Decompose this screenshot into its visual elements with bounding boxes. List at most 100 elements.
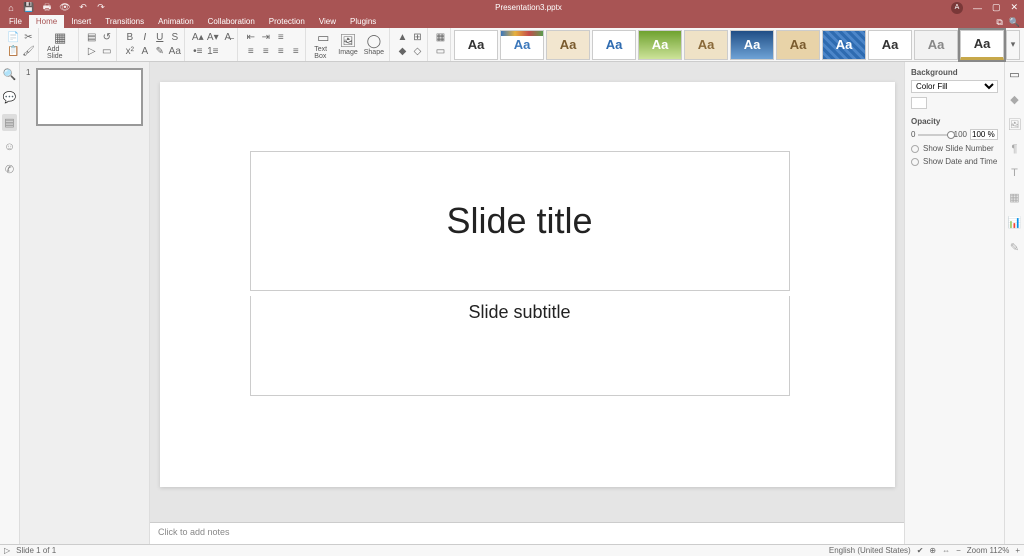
- image-button[interactable]: 🖼Image: [336, 33, 359, 56]
- notes-area[interactable]: Click to add notes: [150, 522, 904, 544]
- presentation-icon[interactable]: ▷: [4, 546, 10, 555]
- theme-9[interactable]: Aa: [868, 30, 912, 60]
- slide-settings-icon[interactable]: ▭: [1009, 68, 1019, 81]
- maximize-icon[interactable]: ▢: [992, 2, 1001, 13]
- signature-icon[interactable]: ✎: [1010, 241, 1019, 254]
- fit-width-icon[interactable]: ⇔: [942, 546, 950, 555]
- slide-panel: 1: [20, 62, 150, 544]
- layout-icon[interactable]: ▤: [85, 31, 98, 44]
- paragraph-settings-icon[interactable]: ¶: [1012, 143, 1018, 155]
- show-date-time-label: Show Date and Time: [923, 157, 997, 166]
- show-slide-number-label: Show Slide Number: [923, 144, 994, 153]
- table-settings-icon[interactable]: ▦: [1009, 191, 1019, 204]
- tab-collaboration[interactable]: Collaboration: [201, 15, 262, 28]
- color-scheme-icon[interactable]: ▦: [434, 31, 447, 44]
- opacity-slider[interactable]: [918, 134, 950, 136]
- tab-plugins[interactable]: Plugins: [343, 15, 383, 28]
- themes-more-button[interactable]: ▾: [1006, 30, 1020, 60]
- show-slide-number-radio[interactable]: [911, 145, 919, 153]
- theme-6[interactable]: Aa: [730, 30, 774, 60]
- comments-icon[interactable]: 💬: [3, 91, 17, 104]
- tab-file[interactable]: File: [2, 15, 29, 28]
- plus-icon: ▦: [51, 30, 69, 46]
- theme-1[interactable]: Aa: [500, 30, 544, 60]
- spellcheck-icon[interactable]: ✔: [917, 546, 924, 555]
- tab-insert[interactable]: Insert: [64, 15, 98, 28]
- opacity-max: 100: [954, 130, 967, 139]
- text-settings-icon[interactable]: T: [1011, 167, 1018, 179]
- format-painter-icon[interactable]: 🖌: [22, 45, 35, 58]
- align-objects-icon[interactable]: ⊞: [411, 31, 424, 44]
- text-box-button[interactable]: ▭Text Box: [312, 30, 334, 60]
- slide-size-icon[interactable]: ▭: [434, 45, 447, 58]
- language-button[interactable]: English (United States): [829, 546, 911, 555]
- image-settings-icon[interactable]: 🖼: [1008, 118, 1022, 131]
- theme-3[interactable]: Aa: [592, 30, 636, 60]
- reset-icon[interactable]: ↺: [100, 31, 113, 44]
- copy-icon[interactable]: 📄: [7, 31, 20, 44]
- bullet-icon: •≡: [191, 45, 204, 58]
- zoom-in-icon[interactable]: +: [1015, 546, 1020, 555]
- shape-outline-icon[interactable]: ◇: [411, 45, 424, 58]
- open-location-icon[interactable]: ⧉: [996, 17, 1002, 28]
- clear-format-icon: A̶: [221, 31, 234, 44]
- fill-color-button[interactable]: [911, 97, 927, 109]
- slide-canvas[interactable]: Slide title Slide subtitle: [160, 82, 895, 487]
- font-inc-icon: A▴: [191, 31, 204, 44]
- ribbon: 📄✂ 📋🖌 ▦ Add Slide ▤↺ ▷▭ B I U S x² A ✎ A…: [0, 28, 1024, 62]
- theme-5[interactable]: Aa: [684, 30, 728, 60]
- theme-7[interactable]: Aa: [776, 30, 820, 60]
- paste-icon[interactable]: 📋: [7, 45, 20, 58]
- find-icon[interactable]: 🔍: [3, 68, 17, 81]
- fit-icon[interactable]: ⊕: [929, 546, 936, 555]
- zoom-out-icon[interactable]: −: [956, 546, 961, 555]
- tab-animation[interactable]: Animation: [151, 15, 201, 28]
- zoom-label[interactable]: Zoom 112%: [967, 546, 1010, 555]
- save-icon[interactable]: 💾: [24, 3, 34, 13]
- arrange-icon[interactable]: ▲: [396, 31, 409, 44]
- indent-dec-icon: ⇤: [244, 31, 257, 44]
- close-icon[interactable]: ✕: [1010, 2, 1018, 13]
- title-placeholder[interactable]: Slide title: [250, 151, 790, 291]
- minimize-icon[interactable]: —: [973, 3, 982, 13]
- tab-home[interactable]: Home: [29, 15, 64, 28]
- feedback-icon[interactable]: ☺: [4, 141, 15, 153]
- opacity-label: Opacity: [911, 117, 998, 126]
- start-slideshow-icon[interactable]: ▷: [85, 45, 98, 58]
- tab-protection[interactable]: Protection: [262, 15, 312, 28]
- theme-0[interactable]: Aa: [454, 30, 498, 60]
- theme-4[interactable]: Aa: [638, 30, 682, 60]
- search-icon[interactable]: 🔍: [1009, 17, 1020, 28]
- add-slide-button[interactable]: ▦ Add Slide: [45, 30, 75, 60]
- left-toolstrip: 🔍 💬 ▤ ☺ ✆: [0, 62, 20, 544]
- support-icon[interactable]: ✆: [5, 163, 14, 176]
- shape-settings-icon[interactable]: ◆: [1010, 93, 1018, 106]
- slide-settings-icon[interactable]: ▭: [100, 45, 113, 58]
- avatar[interactable]: A: [951, 2, 963, 14]
- quick-icon[interactable]: 👁: [60, 3, 70, 13]
- shape-button[interactable]: ◯Shape: [362, 33, 386, 56]
- subtitle-placeholder[interactable]: Slide subtitle: [250, 296, 790, 396]
- fill-type-select[interactable]: Color Fill: [911, 80, 998, 93]
- print-icon[interactable]: 🖶: [42, 3, 52, 13]
- opacity-input[interactable]: [970, 129, 998, 140]
- thumbnails-icon[interactable]: ▤: [2, 114, 16, 131]
- undo-icon[interactable]: ↶: [78, 3, 88, 13]
- cut-icon[interactable]: ✂: [22, 31, 35, 44]
- home-icon[interactable]: ⌂: [6, 3, 16, 13]
- align-left-icon: ≡: [244, 45, 257, 58]
- theme-10[interactable]: Aa: [914, 30, 958, 60]
- status-bar: ▷ Slide 1 of 1 English (United States) ✔…: [0, 544, 1024, 556]
- tab-view[interactable]: View: [312, 15, 343, 28]
- show-date-time-radio[interactable]: [911, 158, 919, 166]
- linespacing-icon: ≡: [274, 31, 287, 44]
- tab-transitions[interactable]: Transitions: [98, 15, 151, 28]
- theme-8[interactable]: Aa: [822, 30, 866, 60]
- slide-thumbnail[interactable]: [36, 68, 143, 126]
- chart-settings-icon[interactable]: 📊: [1008, 216, 1022, 229]
- align-justify-icon: ≡: [289, 45, 302, 58]
- shape-fill-icon[interactable]: ◆: [396, 45, 409, 58]
- theme-11[interactable]: Aa: [960, 30, 1004, 60]
- theme-2[interactable]: Aa: [546, 30, 590, 60]
- redo-icon[interactable]: ↷: [96, 3, 106, 13]
